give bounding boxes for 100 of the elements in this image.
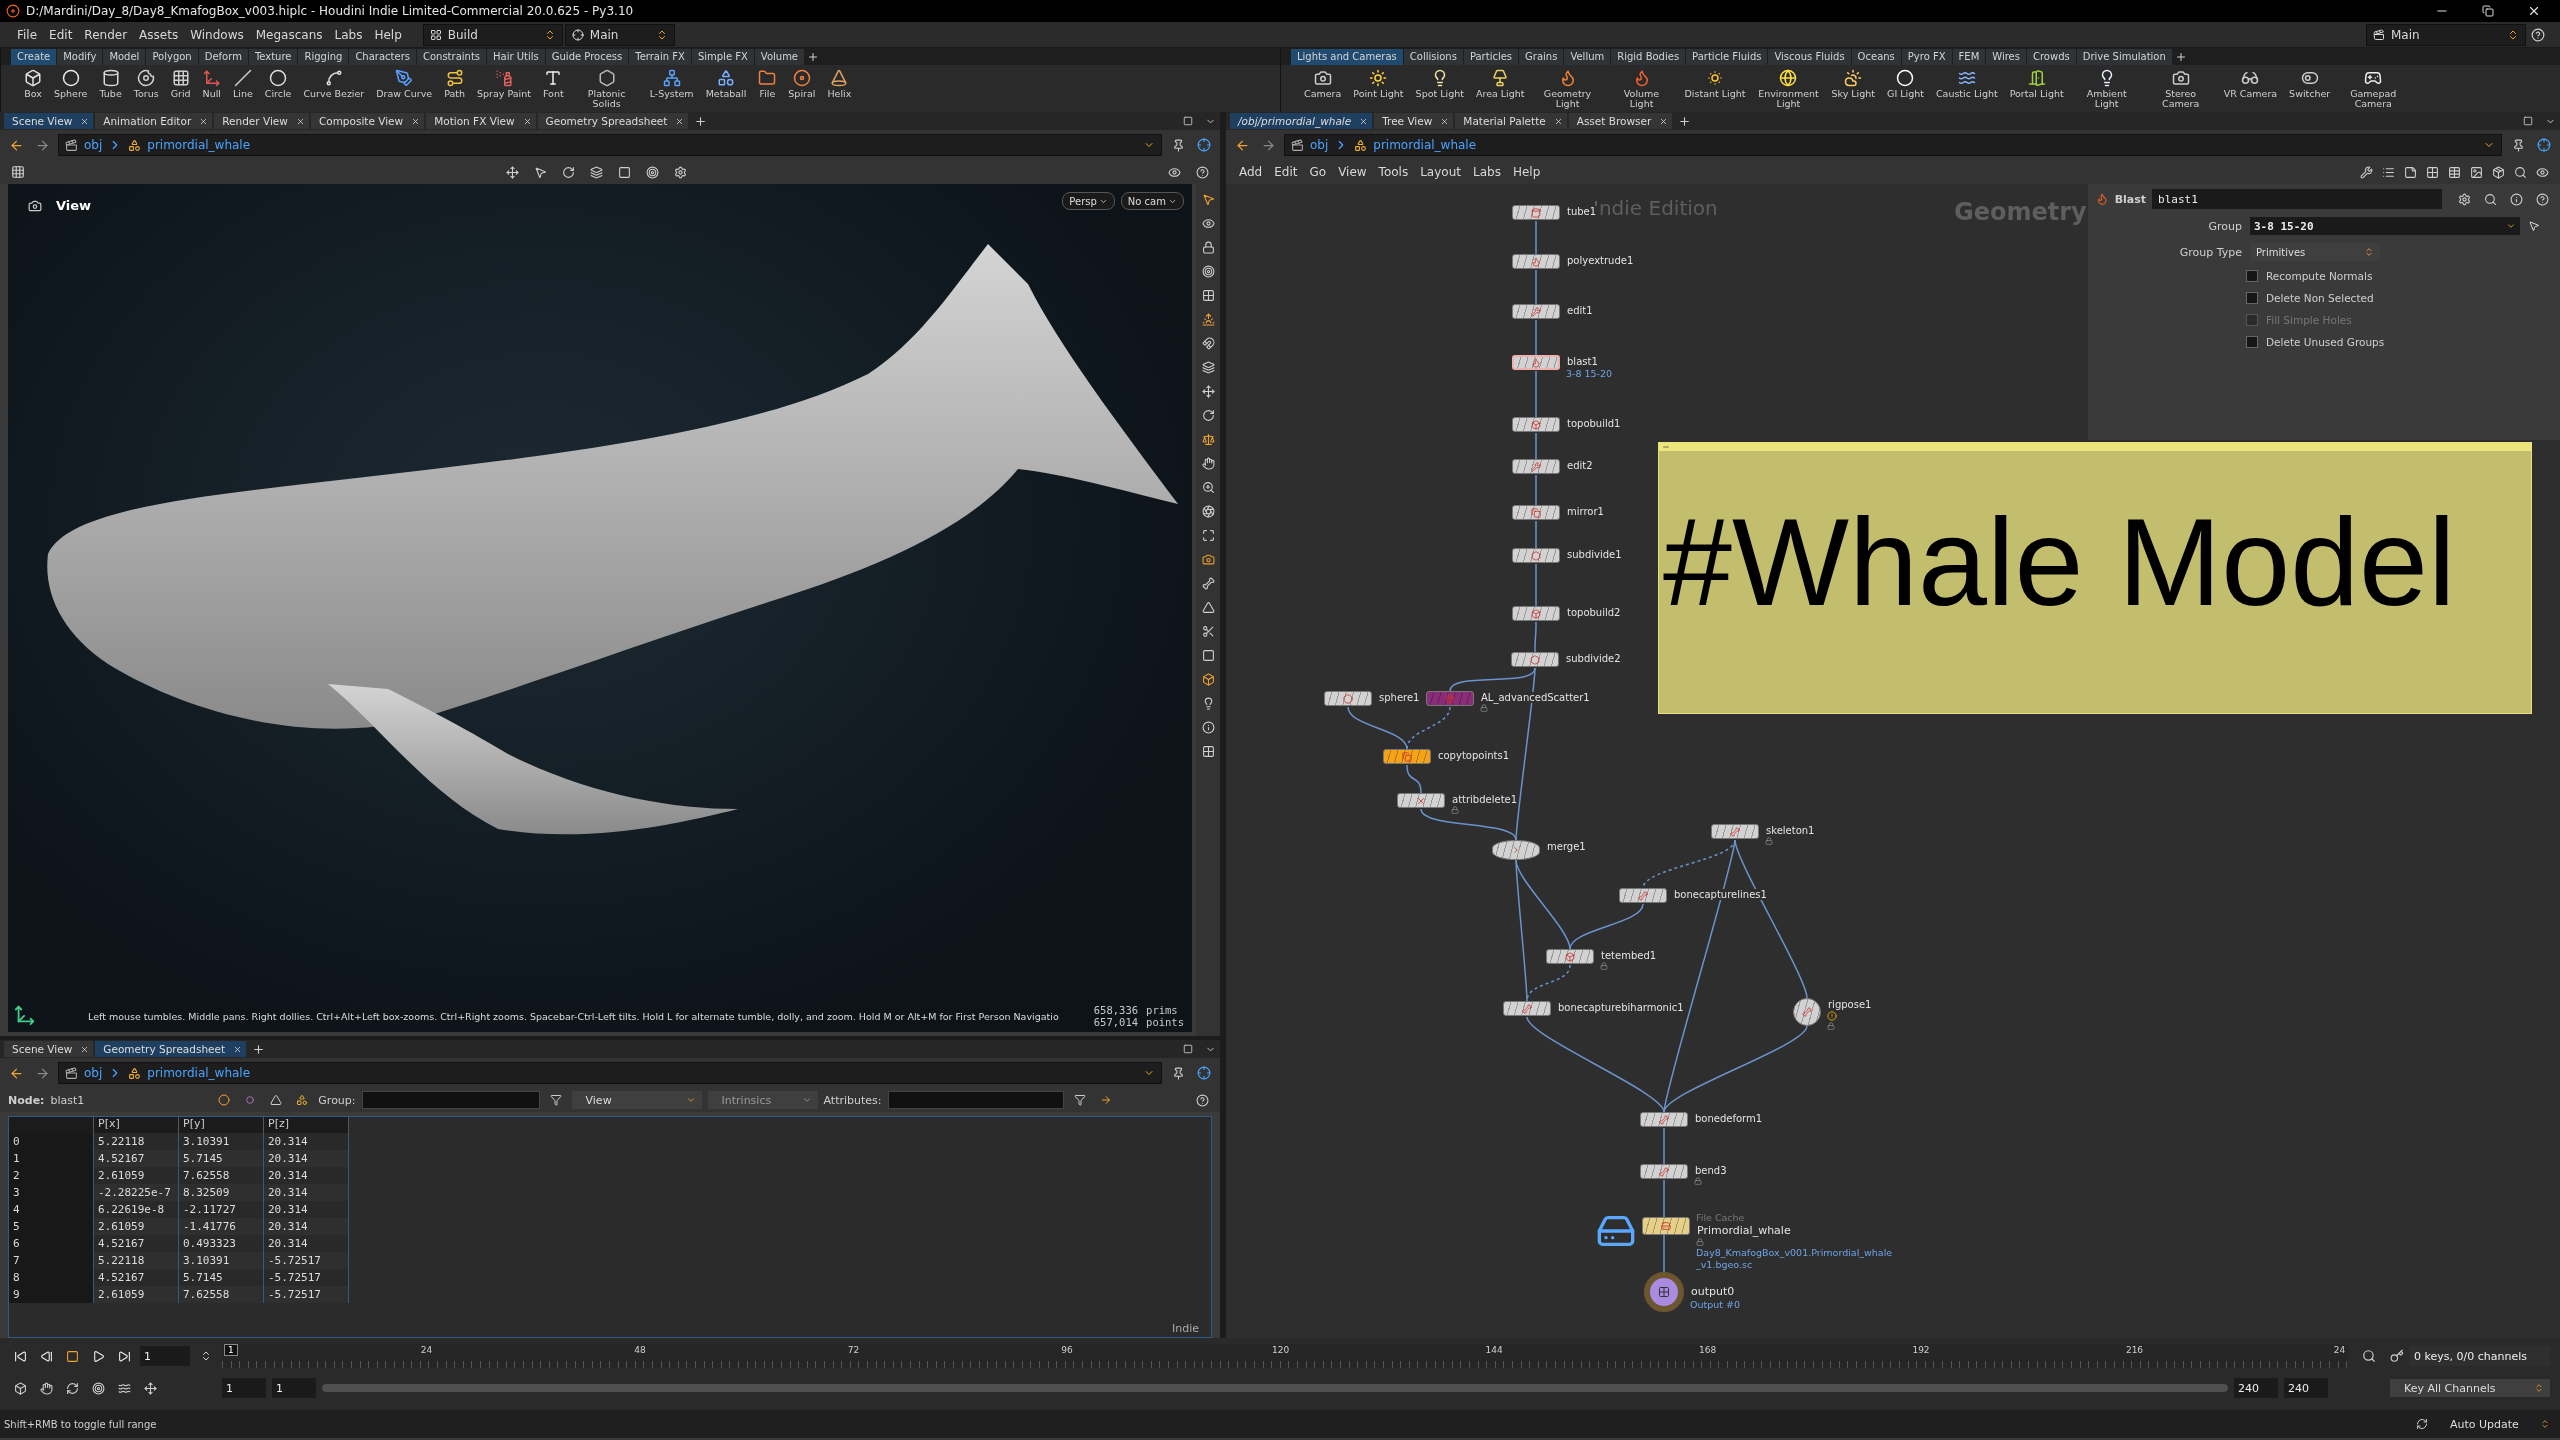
shelf-tool[interactable]: Box — [19, 69, 47, 99]
shelf-tool[interactable]: Stereo Camera — [2144, 69, 2217, 109]
timeline-ruler[interactable]: 1 24 48 72 96 120 144 168 192 216 24 — [222, 1344, 2348, 1368]
menu-item[interactable]: Megascans — [250, 25, 328, 44]
shelf-tab[interactable]: Drive Simulation — [2076, 48, 2172, 65]
shelf-tool[interactable]: Spray Paint — [472, 69, 536, 99]
path-link[interactable]: obj — [84, 1066, 103, 1080]
shelf-tool[interactable]: Sphere — [49, 69, 93, 99]
menu-item[interactable]: Help — [1507, 163, 1546, 181]
shelf-tab[interactable]: Simple FX — [691, 48, 754, 65]
column-header[interactable]: P[x] — [94, 1117, 179, 1133]
shelf-tool[interactable]: Volume Light — [1605, 69, 1678, 109]
shelf-tool[interactable]: Circle — [259, 69, 297, 99]
menu-item[interactable]: View — [1333, 163, 1372, 181]
pane-tab[interactable]: Scene View — [4, 113, 94, 129]
shelf-tab[interactable]: Viscous Fluids — [1768, 48, 1851, 65]
path-link[interactable]: obj — [84, 138, 103, 152]
path-link[interactable]: primordial_whale — [147, 138, 251, 152]
node-name-field[interactable]: blast1 — [2152, 189, 2442, 209]
sticky-note[interactable]: #Whale Model — [1658, 442, 2532, 714]
shelf-tab[interactable]: Particle Fluids — [1686, 48, 1768, 65]
shelf-tool[interactable]: Draw Curve — [371, 69, 438, 99]
path-link[interactable]: primordial_whale — [1373, 138, 1477, 152]
column-header[interactable]: P[z] — [264, 1117, 349, 1133]
shelf-tool[interactable]: Spiral — [783, 69, 821, 99]
pane-tab[interactable]: Scene View — [4, 1041, 94, 1057]
camera-menu[interactable]: Persp — [1062, 192, 1115, 210]
pane-tab[interactable]: Tree View — [1374, 113, 1454, 129]
shelf-tool[interactable]: File — [753, 69, 782, 99]
shelf-tab[interactable]: Wires — [1986, 48, 2026, 65]
menu-item[interactable]: Layout — [1415, 163, 1466, 181]
menu-item[interactable]: Edit — [1269, 163, 1303, 181]
desktop-selector[interactable]: Build — [422, 23, 563, 46]
menu-item[interactable]: Add — [1234, 163, 1268, 181]
menu-item[interactable]: Render — [79, 25, 133, 44]
menu-item[interactable]: Windows — [185, 25, 249, 44]
shelf-tool[interactable]: Switcher — [2284, 69, 2336, 99]
shelf-tool[interactable]: Distant Light — [1679, 69, 1751, 99]
menu-item[interactable]: Help — [369, 25, 407, 44]
intrinsics-menu[interactable]: Intrinsics — [707, 1091, 818, 1109]
key-channels-menu[interactable]: Key All Channels — [2390, 1379, 2550, 1397]
column-header[interactable]: P[y] — [179, 1117, 264, 1133]
shelf-tab[interactable]: Volume — [754, 48, 805, 65]
menu-item[interactable]: Labs — [1467, 163, 1506, 181]
shelf-tool[interactable]: Helix — [822, 69, 857, 99]
start-frame-field[interactable]: 1 — [272, 1378, 316, 1398]
pane-tab[interactable]: Geometry Spreadsheet — [95, 1041, 247, 1057]
context-selector[interactable]: Main — [564, 23, 675, 46]
path-link[interactable]: obj — [1310, 138, 1329, 152]
pane-tab[interactable]: Render View — [214, 113, 309, 129]
menu-item[interactable]: Assets — [134, 25, 184, 44]
shelf-tool[interactable]: Camera — [1299, 69, 1347, 99]
shelf-tab[interactable]: Deform — [198, 48, 248, 65]
pane-tab[interactable]: Animation Editor — [95, 113, 213, 129]
menu-item[interactable]: File — [12, 25, 43, 44]
end-frame-field[interactable]: 240 — [2234, 1378, 2278, 1398]
shelf-tool[interactable]: Environment Light — [1752, 69, 1825, 109]
shelf-tab[interactable]: Crowds — [2026, 48, 2076, 65]
group-field[interactable]: 3-8 15-20 — [2250, 217, 2520, 235]
shelf-tool[interactable]: Line — [227, 69, 258, 99]
shelf-tool[interactable]: Sky Light — [1826, 69, 1880, 99]
shelf-tab[interactable]: Rigid Bodies — [1611, 48, 1686, 65]
start-frame-field[interactable]: 1 — [222, 1378, 266, 1398]
menu-item[interactable]: Labs — [329, 25, 368, 44]
menu-item[interactable]: Edit — [44, 25, 78, 44]
shelf-tab[interactable]: Hair Utils — [487, 48, 545, 65]
shelf-tool[interactable]: Portal Light — [2004, 69, 2069, 99]
pane-tab[interactable]: Asset Browser — [1568, 113, 1673, 129]
shelf-tab[interactable]: Constraints — [416, 48, 487, 65]
shelf-tool[interactable]: Path — [439, 69, 470, 99]
shelf-tool[interactable]: Platonic Solids — [570, 69, 643, 109]
shelf-tab[interactable]: Rigging — [298, 48, 349, 65]
shelf-tool[interactable]: Geometry Light — [1531, 69, 1604, 109]
shelf-tab[interactable]: Model — [103, 48, 146, 65]
shelf-tool[interactable]: Point Light — [1348, 69, 1409, 99]
shelf-tab[interactable]: Grains — [1519, 48, 1564, 65]
shelf-tab[interactable]: FEM — [1952, 48, 1986, 65]
shelf-tab[interactable]: Terrain FX — [629, 48, 691, 65]
camera-menu[interactable]: No cam — [1120, 192, 1184, 210]
shelf-tab[interactable]: Texture — [248, 48, 298, 65]
shelf-tool[interactable]: Gamepad Camera — [2337, 69, 2410, 109]
shelf-tab[interactable]: Modify — [57, 48, 103, 65]
shelf-tab[interactable]: Polygon — [146, 48, 198, 65]
shelf-tab[interactable]: Guide Process — [545, 48, 629, 65]
menu-item[interactable]: Go — [1304, 163, 1332, 181]
view-menu[interactable]: View — [571, 1091, 702, 1109]
shelf-tab[interactable]: Vellum — [1564, 48, 1611, 65]
shelf-tool[interactable]: Curve Bezier — [298, 69, 370, 99]
shelf-tool[interactable]: VR Camera — [2218, 69, 2283, 99]
path-link[interactable]: primordial_whale — [147, 1066, 251, 1080]
shelf-tool[interactable]: L-System — [644, 69, 699, 99]
shelf-tool[interactable]: Metaball — [700, 69, 752, 99]
shelf-tab[interactable]: Collisions — [1403, 48, 1463, 65]
shelf-tool[interactable]: Grid — [165, 69, 196, 99]
shelf-tool[interactable]: Null — [197, 69, 226, 99]
shelf-tab[interactable]: Create — [11, 48, 57, 65]
shelf-tab[interactable]: Pyro FX — [1901, 48, 1952, 65]
shelf-tool[interactable]: Torus — [128, 69, 164, 99]
pane-tab[interactable]: Material Palette — [1455, 113, 1567, 129]
pane-tab[interactable]: Composite View — [310, 113, 425, 129]
